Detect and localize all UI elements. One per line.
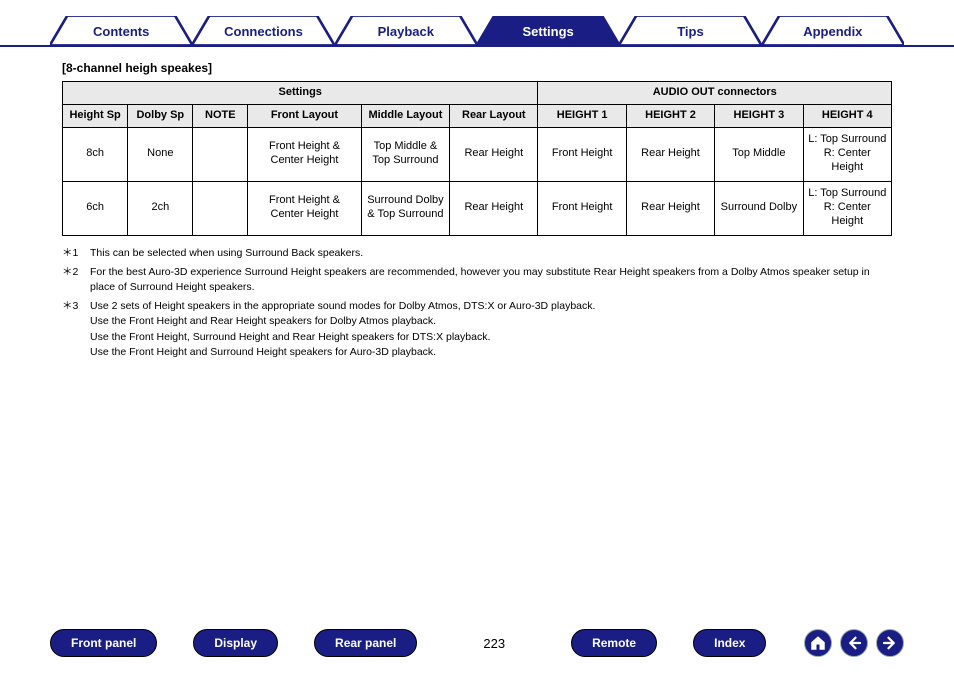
cell: L: Top Surround R: Center Height (803, 127, 891, 181)
tab-label: Playback (378, 24, 434, 39)
cell: 2ch (128, 181, 193, 235)
cell: Rear Height (450, 127, 538, 181)
cell: Front Height (538, 181, 626, 235)
tab-label: Settings (523, 24, 574, 39)
col-height1: HEIGHT 1 (538, 104, 626, 127)
next-button[interactable] (876, 629, 904, 657)
cell: Rear Height (626, 127, 714, 181)
tab-contents[interactable]: Contents (50, 16, 192, 45)
cell: Front Height & Center Height (248, 127, 362, 181)
footnote-text: This can be selected when using Surround… (90, 246, 892, 261)
bottom-bar: Front panel Display Rear panel 223 Remot… (0, 629, 954, 657)
cell: 8ch (63, 127, 128, 181)
col-height3: HEIGHT 3 (715, 104, 803, 127)
front-panel-button[interactable]: Front panel (50, 629, 157, 657)
col-rear-layout: Rear Layout (450, 104, 538, 127)
tab-label: Contents (93, 24, 149, 39)
cell: Top Middle & Top Surround (361, 127, 449, 181)
col-dolby-sp: Dolby Sp (128, 104, 193, 127)
cell: Top Middle (715, 127, 803, 181)
tab-settings[interactable]: Settings (477, 16, 619, 45)
footnote-3: ＊3 Use 2 sets of Height speakers in the … (62, 299, 892, 360)
cell: L: Top Surround R: Center Height (803, 181, 891, 235)
page-number: 223 (483, 636, 505, 651)
col-middle-layout: Middle Layout (361, 104, 449, 127)
tab-connections[interactable]: Connections (192, 16, 334, 45)
section-title: [8-channel heigh speakes] (62, 61, 892, 75)
index-button[interactable]: Index (693, 629, 766, 657)
cell: Front Height & Center Height (248, 181, 362, 235)
table-group-row: Settings AUDIO OUT connectors (63, 82, 892, 105)
footnote-mark: ＊3 (62, 299, 82, 360)
cell: Surround Dolby (715, 181, 803, 235)
col-height4: HEIGHT 4 (803, 104, 891, 127)
tab-label: Appendix (803, 24, 862, 39)
col-note: NOTE (193, 104, 248, 127)
group-header-audio-out: AUDIO OUT connectors (538, 82, 892, 105)
col-height2: HEIGHT 2 (626, 104, 714, 127)
footnotes: ＊1 This can be selected when using Surro… (62, 246, 892, 361)
footnote-mark: ＊1 (62, 246, 82, 261)
table-row: 8ch None Front Height & Center Height To… (63, 127, 892, 181)
page-content: [8-channel heigh speakes] Settings AUDIO… (0, 47, 954, 360)
table-row: 6ch 2ch Front Height & Center Height Sur… (63, 181, 892, 235)
col-height-sp: Height Sp (63, 104, 128, 127)
cell: Rear Height (626, 181, 714, 235)
settings-table: Settings AUDIO OUT connectors Height Sp … (62, 81, 892, 236)
footnote-1: ＊1 This can be selected when using Surro… (62, 246, 892, 261)
tab-appendix[interactable]: Appendix (762, 16, 904, 45)
home-button[interactable] (804, 629, 832, 657)
tab-tips[interactable]: Tips (619, 16, 761, 45)
tab-playback[interactable]: Playback (335, 16, 477, 45)
group-header-settings: Settings (63, 82, 538, 105)
table-header-row: Height Sp Dolby Sp NOTE Front Layout Mid… (63, 104, 892, 127)
cell: Rear Height (450, 181, 538, 235)
footnote-text: For the best Auro-3D experience Surround… (90, 265, 892, 295)
arrow-left-icon (845, 634, 863, 652)
home-icon (809, 634, 827, 652)
tab-label: Connections (224, 24, 303, 39)
cell (193, 127, 248, 181)
cell (193, 181, 248, 235)
cell: None (128, 127, 193, 181)
top-tabs: Contents Connections Playback Settings T… (0, 0, 954, 47)
footnote-text: Use the Front Height and Surround Height… (90, 345, 892, 360)
footnote-text: Use the Front Height, Surround Height an… (90, 330, 892, 345)
cell: 6ch (63, 181, 128, 235)
bottom-nav-icons (804, 629, 904, 657)
tab-label: Tips (677, 24, 704, 39)
bottom-left-group: Front panel Display Rear panel 223 Remot… (50, 629, 766, 657)
remote-button[interactable]: Remote (571, 629, 657, 657)
display-button[interactable]: Display (193, 629, 278, 657)
arrow-right-icon (881, 634, 899, 652)
cell: Front Height (538, 127, 626, 181)
footnote-text: Use the Front Height and Rear Height spe… (90, 314, 892, 329)
prev-button[interactable] (840, 629, 868, 657)
col-front-layout: Front Layout (248, 104, 362, 127)
footnote-text: Use 2 sets of Height speakers in the app… (90, 299, 892, 314)
footnote-2: ＊2 For the best Auro-3D experience Surro… (62, 265, 892, 295)
footnote-mark: ＊2 (62, 265, 82, 295)
cell: Surround Dolby & Top Surround (361, 181, 449, 235)
rear-panel-button[interactable]: Rear panel (314, 629, 417, 657)
